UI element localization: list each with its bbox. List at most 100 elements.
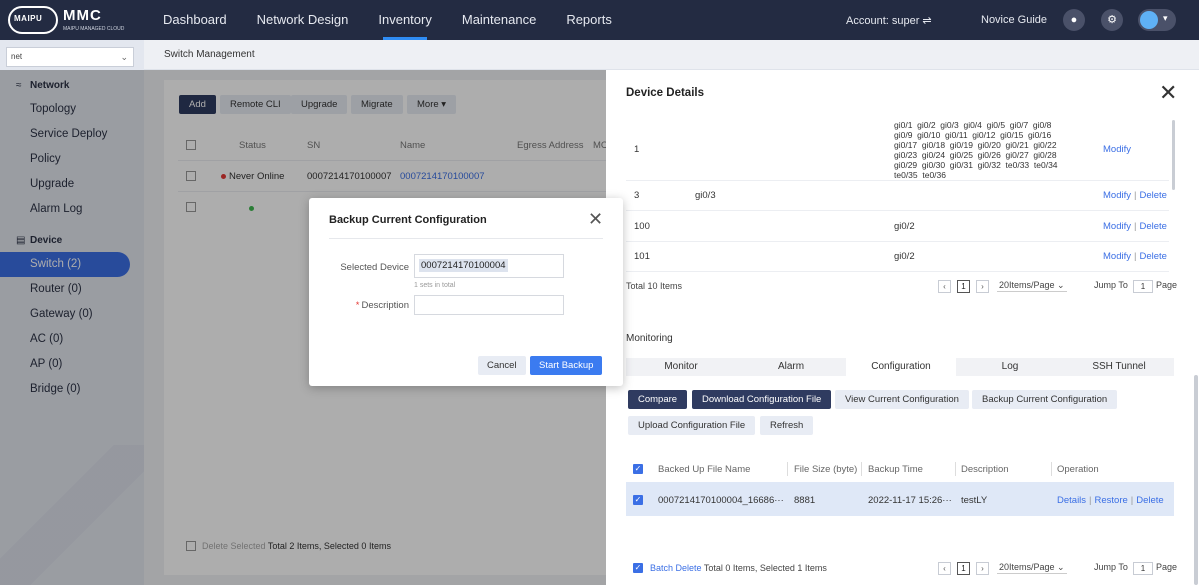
backup-configuration-dialog: Backup Current Configuration ✕ Selected … (309, 198, 623, 386)
next-page-button[interactable]: › (976, 562, 989, 575)
column-divider (955, 462, 956, 476)
nav-reports[interactable]: Reports (551, 0, 627, 40)
backup-file-name: 0007214170100004_16686··· (658, 495, 784, 506)
modify-link[interactable]: Modify (1103, 251, 1131, 262)
jump-to-input[interactable]: 1 (1133, 562, 1153, 575)
details-link[interactable]: Details (1057, 495, 1086, 506)
monitoring-section-title: Monitoring (626, 333, 673, 344)
vlan-ports: gi0/2 (894, 221, 915, 232)
device-details-drawer: Device Details ✕ 1 gi0/1 gi0/2 gi0/3 gi0… (606, 70, 1199, 585)
vlan-id: 1 (634, 144, 640, 155)
bell-icon[interactable]: ● (1063, 9, 1085, 31)
selected-count-hint: 1 sets in total (414, 282, 456, 289)
site-selector[interactable]: net ⌄ (6, 47, 134, 67)
prev-page-button[interactable]: ‹ (938, 562, 951, 575)
prev-page-button[interactable]: ‹ (938, 280, 951, 293)
backup-current-configuration-button[interactable]: Backup Current Configuration (972, 390, 1118, 409)
description-label: * Description (319, 300, 409, 311)
backup-file-size: 8881 (794, 495, 816, 506)
selected-device-label: Selected Device (340, 262, 409, 273)
jump-to-input[interactable]: 1 (1133, 280, 1153, 293)
delete-link[interactable]: Delete (1136, 495, 1163, 506)
selected-device-field[interactable]: 0007214170100004 (414, 254, 564, 278)
close-icon[interactable]: ✕ (1159, 82, 1177, 104)
page-label: Page (1156, 562, 1178, 572)
breadcrumb: Switch Management (144, 40, 1199, 70)
logo[interactable]: MAIPU MMC MAIPU MANAGED CLOUD (0, 0, 140, 40)
modify-link[interactable]: Modify (1103, 190, 1131, 201)
close-icon[interactable]: ✕ (588, 210, 603, 228)
modify-link[interactable]: Modify (1103, 144, 1131, 155)
column-header-backup-time: Backup Time (868, 464, 923, 475)
scrollbar[interactable] (1172, 120, 1175, 190)
batch-delete-link[interactable]: Batch Delete (650, 563, 702, 573)
vlan-id: 101 (634, 251, 650, 262)
selected-total-text: Total 0 Items, Selected 1 Items (703, 563, 827, 573)
vlan-ports: gi0/2 (894, 251, 915, 262)
divider (626, 180, 1169, 181)
current-page[interactable]: 1 (957, 562, 970, 575)
nav-dashboard[interactable]: Dashboard (148, 0, 242, 40)
gear-icon[interactable]: ⚙ (1101, 9, 1123, 31)
cloud-logo-icon: MAIPU (8, 6, 58, 34)
user-icon (1140, 11, 1158, 29)
next-page-button[interactable]: › (976, 280, 989, 293)
cancel-button[interactable]: Cancel (478, 356, 526, 375)
nav-inventory[interactable]: Inventory (363, 0, 446, 40)
site-value: net (11, 52, 23, 61)
app-subtitle: MAIPU MANAGED CLOUD (63, 26, 125, 32)
page-size-value: 20Items/Page (999, 562, 1055, 572)
view-current-configuration-button[interactable]: View Current Configuration (835, 390, 969, 409)
selected-device-value: 0007214170100004 (419, 259, 508, 272)
vlan-tagged-ports: gi0/3 (695, 190, 716, 201)
tab-log[interactable]: Log (955, 358, 1065, 376)
delete-link[interactable]: Delete (1139, 251, 1166, 262)
row-operations: Modify | Delete (1103, 221, 1167, 232)
select-all-checkbox[interactable]: ✓ (633, 464, 643, 474)
delete-link[interactable]: Delete (1139, 221, 1166, 232)
divider (626, 210, 1169, 211)
divider (329, 238, 603, 239)
tab-configuration[interactable]: Configuration (846, 358, 956, 376)
start-backup-button[interactable]: Start Backup (530, 356, 603, 375)
page-size-select[interactable]: 20Items/Page ⌄ (997, 280, 1067, 292)
page-size-select[interactable]: 20Items/Page ⌄ (997, 562, 1067, 574)
row-operations: Modify | Delete (1103, 251, 1167, 262)
tab-alarm[interactable]: Alarm (736, 358, 846, 376)
refresh-button[interactable]: Refresh (760, 416, 814, 435)
nav-maintenance[interactable]: Maintenance (447, 0, 551, 40)
upload-configuration-button[interactable]: Upload Configuration File (628, 416, 756, 435)
backup-time: 2022-11-17 15:26··· (868, 495, 952, 506)
required-marker: * (355, 300, 360, 311)
dialog-title: Backup Current Configuration (329, 214, 487, 226)
current-page[interactable]: 1 (957, 280, 970, 293)
vlan-id: 3 (634, 190, 640, 201)
account-switch[interactable]: Account: super ⇌ (846, 14, 932, 27)
description-label-text: Description (361, 300, 409, 311)
nav-network-design[interactable]: Network Design (242, 0, 364, 40)
download-configuration-button[interactable]: Download Configuration File (692, 390, 832, 409)
column-header-description: Description (961, 464, 1009, 475)
tab-ssh-tunnel[interactable]: SSH Tunnel (1064, 358, 1174, 376)
chevron-down-icon: ⌄ (120, 52, 128, 62)
delete-link[interactable]: Delete (1139, 190, 1166, 201)
user-avatar[interactable]: ▾ (1138, 9, 1176, 31)
divider (626, 271, 1169, 272)
scrollbar[interactable] (1194, 375, 1198, 585)
logo-text: MAIPU (14, 14, 43, 23)
row-operations: Details | Restore | Delete (1057, 495, 1164, 506)
vlan-ports: gi0/1 gi0/2 gi0/3 gi0/4 gi0/5 gi0/7 gi0/… (894, 120, 1058, 180)
restore-link[interactable]: Restore (1095, 495, 1128, 506)
novice-guide-link[interactable]: Novice Guide (981, 14, 1047, 26)
footer-checkbox[interactable]: ✓ (633, 563, 643, 573)
modify-link[interactable]: Modify (1103, 221, 1131, 232)
column-divider (861, 462, 862, 476)
description-input[interactable] (414, 295, 564, 315)
tab-monitor[interactable]: Monitor (626, 358, 736, 376)
drawer-title: Device Details (626, 87, 704, 99)
compare-button[interactable]: Compare (628, 390, 688, 409)
backup-description: testLY (961, 495, 988, 506)
row-operations: Modify | Delete (1103, 190, 1167, 201)
column-divider (787, 462, 788, 476)
row-checkbox[interactable]: ✓ (633, 495, 643, 505)
